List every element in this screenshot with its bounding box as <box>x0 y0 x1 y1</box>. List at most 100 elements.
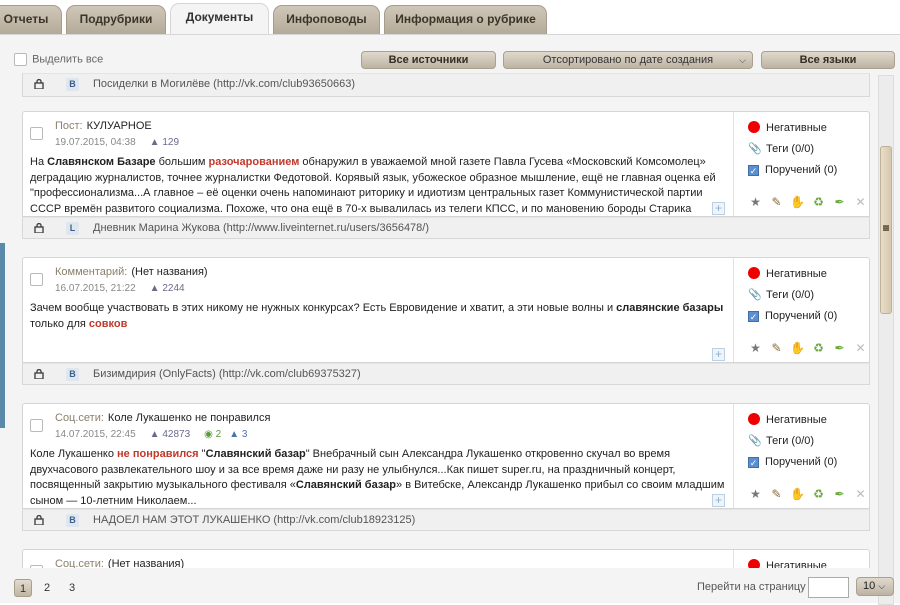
tasks[interactable]: ✓ Поручений (0) <box>748 456 837 468</box>
thumb-up-icon[interactable]: ✋ <box>790 195 805 209</box>
star-icon[interactable]: ★ <box>748 195 763 209</box>
pen-icon[interactable]: ✒ <box>832 487 847 501</box>
pen-icon[interactable]: ✒ <box>832 341 847 355</box>
document-title[interactable]: Коле Лукашенко не понравился <box>108 412 271 424</box>
highlighted-term: совков <box>88 317 128 330</box>
lock-icon[interactable] <box>34 79 44 89</box>
tab-subrubrics[interactable]: Подрубрики <box>66 5 166 34</box>
per-page-select[interactable]: 10 ⌵ <box>856 577 894 596</box>
document-actions: ★ ✎ ✋ ♻ ✒ ✕ <box>748 341 870 355</box>
pen-icon[interactable]: ✒ <box>832 195 847 209</box>
recycle-icon[interactable]: ♻ <box>811 487 826 501</box>
tasks[interactable]: ✓ Поручений (0) <box>748 164 837 176</box>
page-1[interactable]: 1 <box>14 579 32 597</box>
source-bar: B Посиделки в Могилёве (http://vk.com/cl… <box>22 73 870 97</box>
note-icon[interactable]: ✎ <box>769 487 784 501</box>
checkbox-icon: ✓ <box>748 165 759 176</box>
sort-dropdown[interactable]: Отсортировано по дате создания ⌵ <box>503 51 753 69</box>
body-text: " <box>198 448 206 460</box>
document-date: 16.07.2015, 21:22 <box>55 283 136 294</box>
audience-icon: ▲ <box>149 283 160 294</box>
all-languages-button[interactable]: Все языки <box>761 51 895 69</box>
document-checkbox[interactable] <box>30 127 43 140</box>
tonality[interactable]: Негативные <box>748 121 827 134</box>
tasks-label: Поручений (0) <box>765 164 838 176</box>
expand-icon[interactable]: + <box>712 494 725 507</box>
select-all-checkbox[interactable] <box>14 53 27 66</box>
goto-page-input[interactable] <box>808 577 849 598</box>
document-card: Соц.сети: Коле Лукашенко не понравился 14… <box>22 403 870 509</box>
document-checkbox[interactable] <box>30 565 43 568</box>
lock-icon[interactable] <box>34 223 44 233</box>
vk-icon: B <box>66 78 79 91</box>
document-title[interactable]: (Нет названия) <box>131 266 207 278</box>
tonality[interactable]: Негативные <box>748 413 827 426</box>
document-body: Коле Лукашенко не понравился "Славянский… <box>30 447 730 509</box>
tab-rubric-info[interactable]: Информация о рубрике <box>384 5 547 34</box>
close-icon[interactable]: ✕ <box>853 195 868 209</box>
paperclip-icon: 📎 <box>748 289 762 301</box>
liveinternet-icon: L <box>66 222 79 235</box>
recycle-icon[interactable]: ♻ <box>811 341 826 355</box>
tags[interactable]: 📎 Теги (0/0) <box>748 142 814 155</box>
tab-documents[interactable]: Документы <box>170 3 269 35</box>
scrollbar-thumb[interactable]: ▬ ▬ ▬ <box>880 146 892 314</box>
vertical-scrollbar[interactable]: ▬ ▬ ▬ <box>878 75 894 605</box>
tonality[interactable]: Негативные <box>748 559 827 568</box>
close-icon[interactable]: ✕ <box>853 487 868 501</box>
keyword: Славянском Базаре <box>47 156 156 168</box>
expand-icon[interactable]: + <box>712 348 725 361</box>
expand-icon[interactable]: + <box>712 202 725 215</box>
keyword: славянские базары <box>616 302 724 314</box>
star-icon[interactable]: ★ <box>748 341 763 355</box>
recycle-icon[interactable]: ♻ <box>811 195 826 209</box>
negative-dot-icon <box>748 559 760 568</box>
tasks-label: Поручений (0) <box>765 456 838 468</box>
lock-icon[interactable] <box>34 515 44 525</box>
note-icon[interactable]: ✎ <box>769 195 784 209</box>
document-title[interactable]: (Нет названия) <box>108 558 184 568</box>
tags[interactable]: 📎 Теги (0/0) <box>748 434 814 447</box>
tab-infoevents[interactable]: Инфоповоды <box>273 5 380 34</box>
tonality-label: Негативные <box>766 268 827 280</box>
side-accent <box>0 243 5 428</box>
star-icon[interactable]: ★ <box>748 487 763 501</box>
page-3[interactable]: 3 <box>63 579 81 597</box>
document-type: Соц.сети: <box>55 558 104 568</box>
goto-page-label: Перейти на страницу <box>697 581 806 593</box>
pagination: 1 2 3 Перейти на страницу 10 ⌵ <box>0 569 900 604</box>
page-2[interactable]: 2 <box>38 579 56 597</box>
vk-icon: B <box>66 368 79 381</box>
tonality-label: Негативные <box>766 414 827 426</box>
source-link[interactable]: НАДОЕЛ НАМ ЭТОТ ЛУКАШЕНКО (http://vk.com… <box>93 510 415 530</box>
chevron-down-icon: ⌵ <box>739 55 746 65</box>
body-text: Зачем вообще участвовать в этих никому н… <box>30 302 617 314</box>
paperclip-icon: 📎 <box>748 143 762 155</box>
document-side-panel: Негативные 📎 Теги (0/0) ✓ Поручений (0) ★ ✎… <box>733 258 870 362</box>
checkbox-icon: ✓ <box>748 457 759 468</box>
source-link[interactable]: Дневник Марина Жукова (http://www.livein… <box>93 218 429 238</box>
document-title[interactable]: КУЛУАРНОЕ <box>87 120 152 132</box>
source-link[interactable]: Бизимдирия (OnlyFacts) (http://vk.com/cl… <box>93 364 361 384</box>
document-card: Соц.сети: (Нет названия) Негативные <box>22 549 870 568</box>
document-body: Зачем вообще участвовать в этих никому н… <box>30 301 730 332</box>
close-icon[interactable]: ✕ <box>853 341 868 355</box>
tags[interactable]: 📎 Теги (0/0) <box>748 288 814 301</box>
document-body: На Славянском Базаре большим разочарован… <box>30 155 730 217</box>
tonality[interactable]: Негативные <box>748 267 827 280</box>
lock-icon[interactable] <box>34 369 44 379</box>
note-icon[interactable]: ✎ <box>769 341 784 355</box>
thumb-up-icon[interactable]: ✋ <box>790 341 805 355</box>
document-checkbox[interactable] <box>30 273 43 286</box>
document-checkbox[interactable] <box>30 419 43 432</box>
all-sources-button[interactable]: Все источники <box>361 51 496 69</box>
tasks[interactable]: ✓ Поручений (0) <box>748 310 837 322</box>
body-text: Коле Лукашенко <box>30 448 118 460</box>
source-link[interactable]: Посиделки в Могилёве (http://vk.com/club… <box>93 74 355 94</box>
negative-dot-icon <box>748 121 760 133</box>
documents-panel: Выделить все Все источники Отсортировано… <box>0 34 900 605</box>
document-date: 19.07.2015, 04:38 <box>55 137 136 148</box>
tab-reports[interactable]: Отчеты <box>0 5 62 34</box>
select-all[interactable]: Выделить все <box>14 53 103 66</box>
thumb-up-icon[interactable]: ✋ <box>790 487 805 501</box>
